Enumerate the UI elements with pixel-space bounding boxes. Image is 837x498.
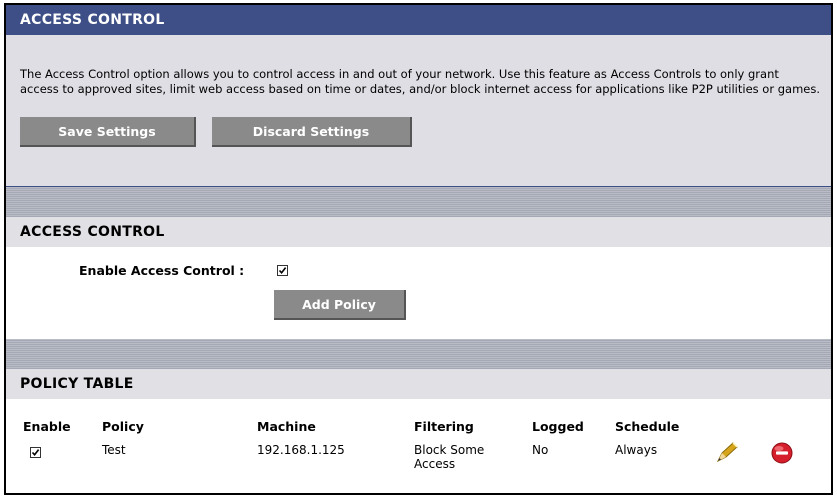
access-control-section-title: ACCESS CONTROL: [20, 224, 165, 240]
policy-row-schedule: Always: [615, 443, 658, 457]
policy-row-policy: Test: [102, 443, 126, 457]
delete-icon[interactable]: [770, 441, 794, 468]
policy-row-enable-checkbox[interactable]: [30, 447, 41, 458]
policy-row-machine: 192.168.1.125: [257, 443, 345, 457]
section-divider-2: [6, 339, 831, 369]
access-control-panel: ACCESS CONTROL The Access Control option…: [4, 3, 833, 495]
column-header-logged: Logged: [532, 419, 584, 434]
column-header-schedule: Schedule: [615, 419, 680, 434]
checkmark-icon: [278, 267, 287, 275]
policy-table-section-header: POLICY TABLE: [6, 369, 831, 399]
column-header-enable: Enable: [23, 419, 71, 434]
policy-table: Enable Policy Machine Filtering Logged S…: [6, 399, 831, 483]
page-title: ACCESS CONTROL: [20, 12, 165, 28]
settings-button-row: Save Settings Discard Settings: [20, 117, 817, 147]
column-header-policy: Policy: [102, 419, 144, 434]
discard-settings-button[interactable]: Discard Settings: [212, 117, 412, 147]
pencil-icon[interactable]: [714, 441, 740, 468]
section-divider: [6, 187, 831, 217]
enable-access-control-label: Enable Access Control :: [79, 263, 245, 278]
add-policy-button[interactable]: Add Policy: [274, 290, 406, 320]
column-header-filtering: Filtering: [414, 419, 474, 434]
policy-row-logged: No: [532, 443, 549, 457]
page-header: ACCESS CONTROL: [6, 5, 831, 35]
save-settings-button[interactable]: Save Settings: [20, 117, 196, 147]
column-header-machine: Machine: [257, 419, 316, 434]
checkmark-icon: [31, 449, 40, 457]
access-control-section-header: ACCESS CONTROL: [6, 217, 831, 247]
access-control-body: Enable Access Control : Add Policy: [6, 247, 831, 339]
policy-table-title: POLICY TABLE: [20, 376, 134, 392]
policy-row-filtering: Block Some Access: [414, 443, 485, 471]
intro-description: The Access Control option allows you to …: [20, 67, 820, 96]
intro-section: The Access Control option allows you to …: [6, 35, 831, 187]
enable-access-control-checkbox[interactable]: [277, 265, 288, 276]
